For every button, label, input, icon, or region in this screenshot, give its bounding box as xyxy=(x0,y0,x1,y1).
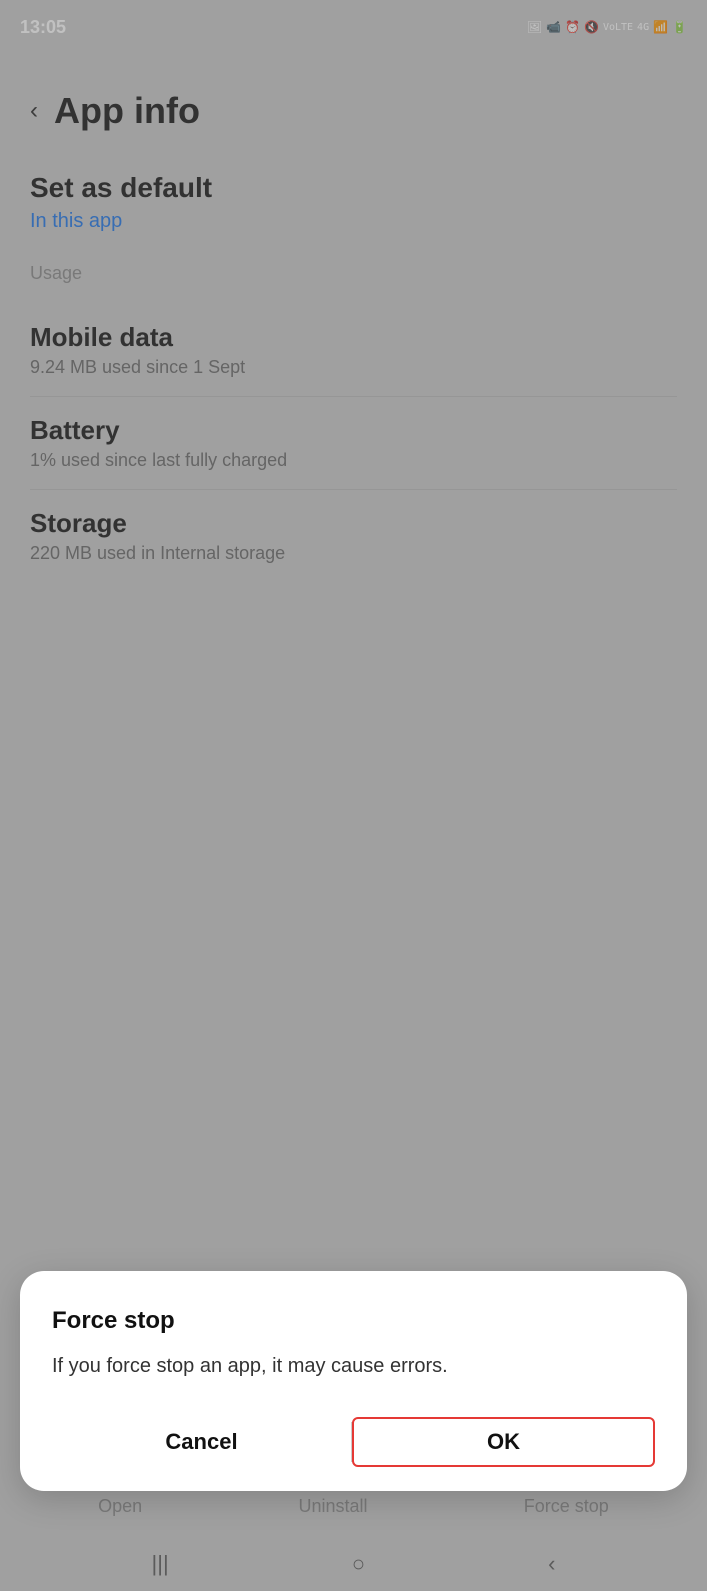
dialog-cancel-button[interactable]: Cancel xyxy=(52,1419,351,1465)
dialog-buttons: Cancel OK xyxy=(52,1417,655,1467)
dialog-title: Force stop xyxy=(52,1307,655,1335)
dialog-message: If you force stop an app, it may cause e… xyxy=(52,1351,655,1381)
dialog-ok-button[interactable]: OK xyxy=(352,1417,655,1467)
force-stop-dialog: Force stop If you force stop an app, it … xyxy=(20,1271,687,1491)
